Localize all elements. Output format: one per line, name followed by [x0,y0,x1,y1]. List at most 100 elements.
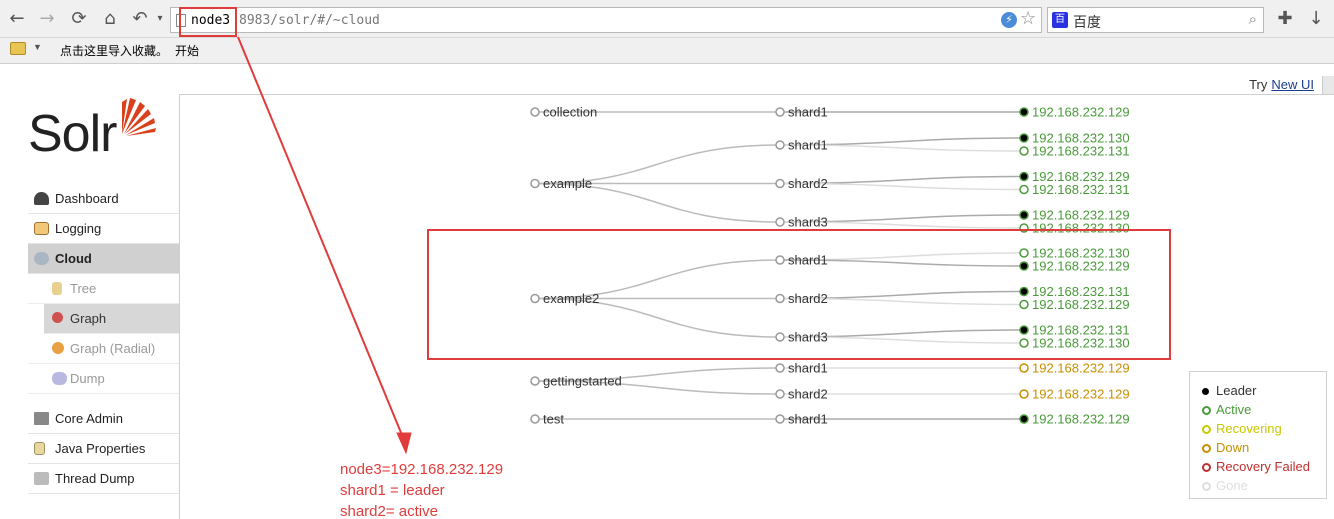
annotation-line: shard2= active [340,503,438,519]
menu-label: Dashboard [55,191,119,206]
menu-item-graph[interactable]: Graph [44,304,179,334]
try-new-prefix: Try [1249,77,1268,92]
legend-label: Recovering [1216,421,1282,436]
replica-node [1019,146,1029,156]
shard-node [775,178,785,189]
replica-ip-label: 192.168.232.129 [1032,361,1130,376]
menu-label: Graph [70,311,107,326]
collection-label: collection [543,105,597,120]
cloud-icon [34,252,49,265]
collection-node [530,376,540,386]
url-path: 8983/solr/#/~cloud [239,13,380,28]
baidu-paw-icon[interactable]: 百 [1052,12,1068,28]
legend-dot-icon [1202,463,1211,472]
replica-node [1019,171,1029,182]
collection-node [530,107,540,117]
home-icon[interactable]: ⌂ [98,7,122,31]
legend-label: Active [1216,402,1252,417]
solr-sun-icon [122,98,156,136]
menu-label: Logging [55,221,102,236]
graph-legend: Leader Active Recovering Down Recovery Faile… [1189,371,1327,499]
forward-arrow-icon[interactable]: → [35,7,59,31]
search-bar[interactable]: 百 百度 ⌕ [1047,7,1264,33]
collection-label: test [543,412,564,427]
collection-label: gettingstarted [543,374,622,389]
shard-label: shard2 [788,387,828,402]
shard-node [775,389,785,399]
shard-label: shard1 [788,361,828,376]
bookmark-start[interactable]: 开始 [175,42,199,59]
replica-ip-label: 192.168.232.131 [1032,182,1130,197]
replica-node [1019,133,1029,143]
logging-icon [34,222,49,235]
shard-node [775,107,785,117]
replica-node [1019,389,1029,399]
shard-node [775,414,785,424]
shard-node [775,140,785,150]
annotation-line: shard1 = leader [340,482,445,499]
undo-dropdown-icon[interactable]: ▾ [148,7,172,31]
collection-node [530,178,540,189]
puzzle-icon[interactable]: ✚ [1273,7,1297,31]
java-properties-icon [34,442,45,455]
bookmark-import[interactable]: 点击这里导入收藏。 [60,42,168,59]
replica-ip-label: 192.168.232.131 [1032,144,1130,159]
scrollbar[interactable] [1322,76,1334,94]
menu-item-core-admin[interactable]: Core Admin [28,404,179,434]
logo-text: Solr [28,105,117,163]
back-arrow-icon[interactable]: ← [5,7,29,31]
dashboard-icon [34,192,49,205]
replica-ip-label: 192.168.232.129 [1032,105,1130,120]
bolt-icon[interactable]: ⚡ [1001,12,1017,28]
menu-item-cloud[interactable]: Cloud [28,244,179,274]
replica-ip-label: 192.168.232.129 [1032,387,1130,402]
download-arrow-icon[interactable]: ↓ [1304,7,1328,31]
graph-icon [52,312,63,323]
menu-item-graph-radial[interactable]: Graph (Radial) [28,334,179,364]
menu-item-logging[interactable]: Logging [28,214,179,244]
annotation-line: node3=192.168.232.129 [340,461,504,478]
menu-label: Cloud [55,251,92,266]
chevron-down-icon[interactable]: ▼ [33,42,42,52]
shard-label: shard1 [788,412,828,427]
legend-label: Gone [1216,478,1248,493]
replica-node [1019,210,1029,220]
bookmark-folder-icon[interactable] [10,42,26,55]
shard-node [775,363,785,373]
legend-dot-icon [1202,444,1211,453]
menu-gap [28,394,179,404]
annotation-box-example2 [427,229,1171,360]
menu-label: Dump [70,371,105,386]
solr-logo[interactable]: Solr [28,94,168,166]
menu-label: Tree [70,281,97,296]
replica-node [1019,184,1029,195]
bookmarks-bar: ▼ 点击这里导入收藏。 开始 [0,38,1334,64]
core-admin-icon [34,412,49,425]
menu-item-tree[interactable]: Tree [28,274,179,304]
tree-icon [52,282,62,295]
replica-node [1019,363,1029,373]
replica-node [1019,414,1029,424]
shard-node [775,217,785,227]
menu-item-thread-dump[interactable]: Thread Dump [28,464,179,494]
search-placeholder: 百度 [1073,15,1101,31]
address-bar[interactable]: node3 8983/solr/#/~cloud ⚡ ☆ [170,7,1042,33]
thread-dump-icon [34,472,49,485]
menu-label: Java Properties [55,441,146,456]
search-icon[interactable]: ⌕ [1249,10,1257,28]
dump-icon [52,372,67,385]
menu-label: Graph (Radial) [70,341,156,356]
reload-icon[interactable]: ⟳ [67,7,91,31]
try-new-ui: Try New UI [1249,77,1314,95]
legend-dot-icon [1202,388,1209,395]
graph-radial-icon [52,342,64,354]
star-icon[interactable]: ☆ [1020,8,1036,29]
menu-item-dump[interactable]: Dump [28,364,179,394]
legend-dot-icon [1202,482,1211,491]
legend-label: Recovery Failed [1216,459,1310,474]
menu-item-dashboard[interactable]: Dashboard [28,184,179,214]
new-ui-link[interactable]: New UI [1271,77,1314,92]
collection-node [530,414,540,424]
menu-item-java-properties[interactable]: Java Properties [28,434,179,464]
shard-label: shard1 [788,105,828,120]
